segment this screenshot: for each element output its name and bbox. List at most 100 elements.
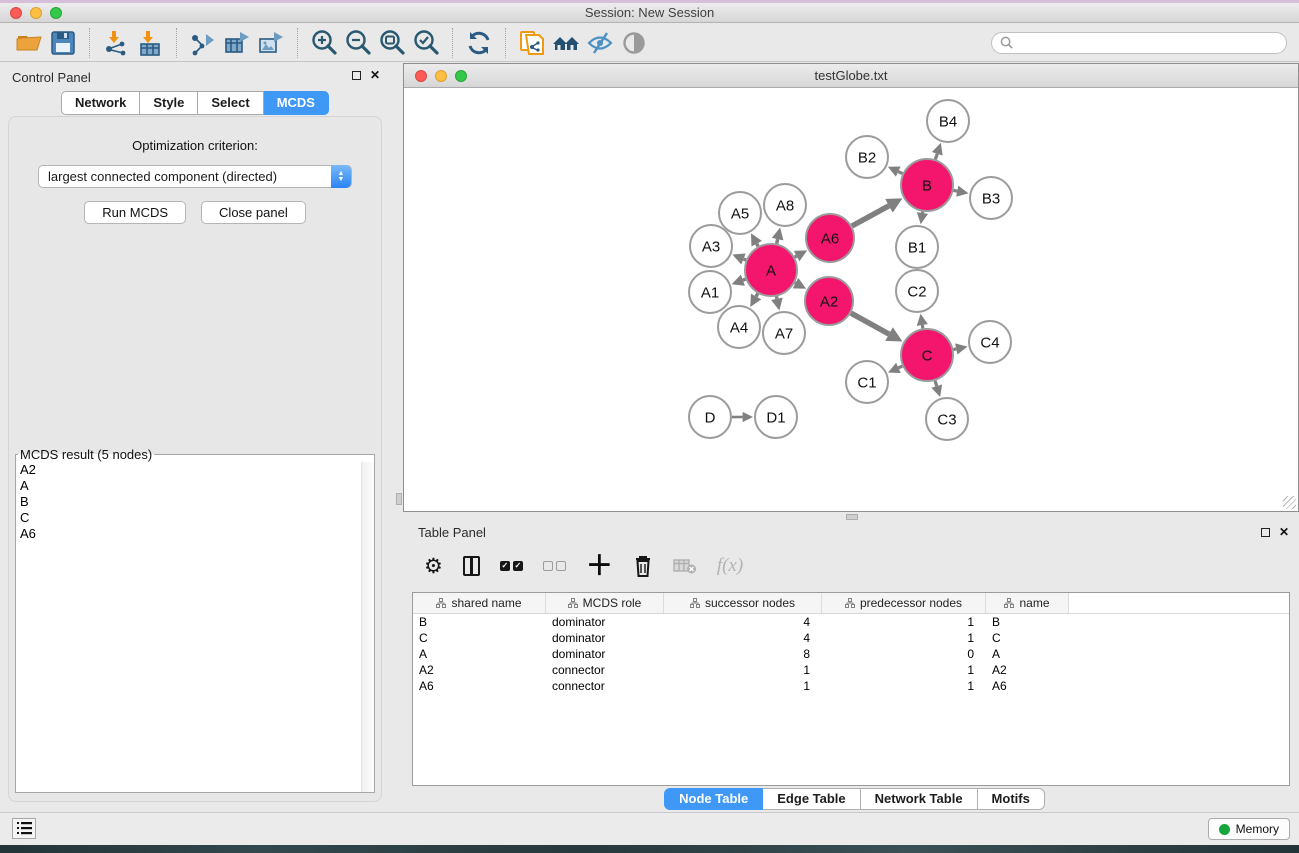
close-table-panel-icon[interactable]: ✕ [1279,527,1289,537]
column-header-successor-nodes[interactable]: successor nodes [664,593,822,613]
graph-edge-C-C2[interactable] [922,325,923,328]
graph-edge-C-C1[interactable] [898,366,902,368]
export-network-icon[interactable] [186,27,220,59]
open-session-icon[interactable] [12,27,46,59]
table-settings-icon[interactable]: ⚙ [424,551,443,581]
graph-edge-A-A1[interactable] [743,279,746,280]
table-cell[interactable]: A6 [986,678,1069,694]
table-cell[interactable]: connector [546,662,664,678]
mcds-result-item[interactable]: B [16,494,374,510]
table-row[interactable]: A6connector11A6 [413,678,1289,694]
tab-select[interactable]: Select [198,91,263,115]
table-cell[interactable]: 1 [664,662,822,678]
add-column-icon[interactable]: ＋ [586,551,613,581]
tab-mcds[interactable]: MCDS [264,91,329,115]
tab-style[interactable]: Style [140,91,198,115]
graph-edge-A-A8[interactable] [777,239,778,243]
table-row[interactable]: Cdominator41C [413,630,1289,646]
table-cell[interactable]: C [986,630,1069,646]
column-visibility-icon[interactable] [463,551,480,581]
graph-edge-A-A5[interactable] [757,244,758,247]
mcds-result-item[interactable]: A2 [16,462,374,478]
mcds-result-list[interactable]: A2ABCA6 [16,462,374,792]
hide-selected-eye-icon[interactable] [583,27,617,59]
column-header-shared-name[interactable]: shared name [413,593,546,613]
tab-network[interactable]: Network [61,91,140,115]
select-all-rows-icon[interactable]: ✓✓ [500,551,523,581]
search-field[interactable] [991,32,1287,54]
network-window-titlebar[interactable]: testGlobe.txt [404,64,1298,88]
graph-edge-A2-C[interactable] [851,313,889,334]
column-header-MCDS-role[interactable]: MCDS role [546,593,664,613]
table-cell[interactable]: dominator [546,614,664,630]
refresh-layout-icon[interactable] [462,27,496,59]
graph-edge-B-B4[interactable] [935,154,937,160]
memory-button[interactable]: Memory [1208,818,1290,840]
mcds-result-item[interactable]: A [16,478,374,494]
home-icon[interactable] [549,27,583,59]
mcds-result-item[interactable]: A6 [16,526,374,542]
table-cell[interactable]: 1 [822,678,986,694]
graph-edge-B-B2[interactable] [898,172,902,174]
table-cell[interactable]: dominator [546,646,664,662]
graph-edge-B-B3[interactable] [953,190,957,191]
column-header-name[interactable]: name [986,593,1069,613]
table-cell[interactable]: A [986,646,1069,662]
save-session-icon[interactable] [46,27,80,59]
optimization-criterion-select[interactable]: largest connected component (directed) ▲… [38,165,352,188]
function-builder-icon[interactable]: f(x) [717,551,743,581]
search-input[interactable] [1018,36,1278,50]
tab-motifs[interactable]: Motifs [978,788,1045,810]
column-header-predecessor-nodes[interactable]: predecessor nodes [822,593,986,613]
export-image-icon[interactable] [254,27,288,59]
zoom-out-icon[interactable] [341,27,375,59]
table-cell[interactable]: 1 [822,630,986,646]
graph-edge-C-C4[interactable] [953,349,956,350]
graph-edge-C-C3[interactable] [935,381,937,386]
table-cell[interactable]: 1 [822,614,986,630]
graph-edge-A-A6[interactable] [795,256,797,257]
table-cell[interactable]: B [413,614,546,630]
table-cell[interactable]: 8 [664,646,822,662]
table-cell[interactable]: C [413,630,546,646]
zoom-in-icon[interactable] [307,27,341,59]
mcds-result-scrollbar[interactable] [361,462,374,792]
graph-edge-A6-B[interactable] [852,206,889,226]
table-cell[interactable]: 0 [822,646,986,662]
window-resize-grip[interactable] [1283,496,1296,509]
main-titlebar[interactable]: Session: New Session [0,3,1299,23]
tab-node-table[interactable]: Node Table [664,788,763,810]
import-network-icon[interactable] [99,27,133,59]
table-cell[interactable]: A [413,646,546,662]
network-graph[interactable]: AA1A2A3A4A5A6A7A8BB1B2B3B4CC1C2C3C4DD1 [404,88,1298,511]
task-history-button[interactable] [12,818,36,839]
table-cell[interactable]: A2 [986,662,1069,678]
delete-table-icon[interactable] [673,551,697,581]
table-cell[interactable]: 1 [822,662,986,678]
table-cell[interactable]: 4 [664,614,822,630]
deselect-all-rows-icon[interactable] [543,551,566,581]
table-cell[interactable]: connector [546,678,664,694]
float-panel-icon[interactable] [352,71,361,80]
graph-edge-A-A3[interactable] [743,259,745,260]
mcds-result-item[interactable]: C [16,510,374,526]
delete-column-icon[interactable] [633,551,653,581]
import-table-icon[interactable] [133,27,167,59]
zoom-fit-icon[interactable] [375,27,409,59]
duplicate-network-icon[interactable] [515,27,549,59]
close-panel-button[interactable]: Close panel [201,201,306,224]
table-row[interactable]: Adominator80A [413,646,1289,662]
float-table-panel-icon[interactable] [1261,528,1270,537]
table-cell[interactable]: A6 [413,678,546,694]
export-table-icon[interactable] [220,27,254,59]
network-canvas[interactable]: AA1A2A3A4A5A6A7A8BB1B2B3B4CC1C2C3C4DD1 [404,88,1298,511]
run-mcds-button[interactable]: Run MCDS [84,201,186,224]
close-panel-icon[interactable]: ✕ [370,70,380,80]
table-row[interactable]: Bdominator41B [413,614,1289,630]
table-cell[interactable]: 4 [664,630,822,646]
table-cell[interactable]: B [986,614,1069,630]
table-cell[interactable]: A2 [413,662,546,678]
zoom-selected-icon[interactable] [409,27,443,59]
table-row[interactable]: A2connector11A2 [413,662,1289,678]
show-all-eye-icon[interactable] [617,27,651,59]
